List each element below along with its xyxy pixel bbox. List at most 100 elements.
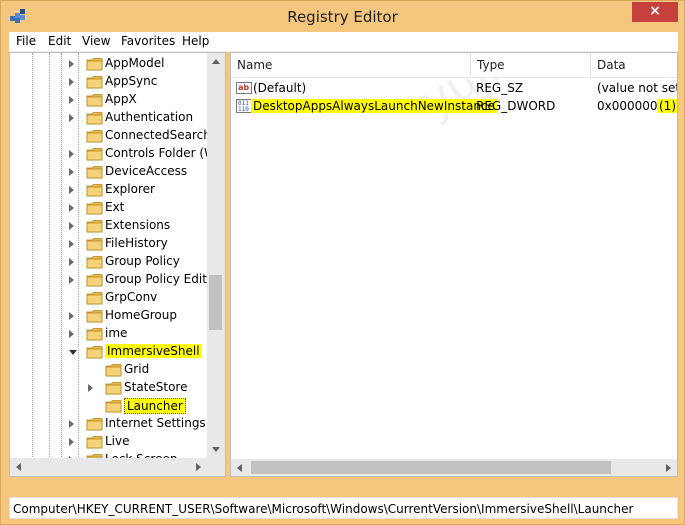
menu-view[interactable]: View bbox=[82, 34, 110, 48]
tree-item[interactable]: Internet Settings bbox=[10, 415, 207, 433]
folder-icon bbox=[86, 76, 103, 89]
expand-arrow-icon[interactable] bbox=[69, 258, 74, 266]
close-button[interactable]: × bbox=[632, 2, 678, 22]
title-bar[interactable]: Registry Editor × bbox=[1, 1, 684, 32]
expand-arrow-icon[interactable] bbox=[88, 384, 93, 392]
tree-item[interactable]: ime bbox=[10, 325, 207, 343]
expand-arrow-icon[interactable] bbox=[69, 186, 74, 194]
scroll-up-arrow-icon[interactable] bbox=[212, 59, 220, 64]
tree-item[interactable]: Launcher bbox=[10, 397, 207, 415]
expand-arrow-icon[interactable] bbox=[69, 222, 74, 230]
tree-item[interactable]: HomeGroup bbox=[10, 307, 207, 325]
key-tree-pane[interactable]: AppModel AppSync AppX Authentication Con… bbox=[9, 52, 226, 477]
expand-arrow-icon[interactable] bbox=[69, 438, 74, 446]
list-horizontal-scrollbar[interactable] bbox=[231, 459, 677, 476]
tree-item-label: ImmersiveShell bbox=[105, 344, 202, 358]
folder-icon bbox=[86, 346, 103, 359]
value-name: DesktopAppsAlwaysLaunchNewInstance bbox=[251, 99, 497, 113]
expand-arrow-icon[interactable] bbox=[69, 276, 74, 284]
tree-vertical-scrollbar[interactable] bbox=[207, 53, 225, 458]
tree-item[interactable]: ImmersiveShell bbox=[10, 343, 207, 361]
folder-icon bbox=[86, 166, 103, 179]
tree-item[interactable]: Lock Screen bbox=[10, 451, 207, 458]
registry-editor-window: Registry Editor × File Edit View Favorit… bbox=[0, 0, 685, 525]
string-value-icon: ab bbox=[236, 82, 252, 94]
header-divider bbox=[231, 77, 677, 78]
tree-item-label: Group Policy Editor bbox=[105, 272, 207, 286]
folder-icon bbox=[86, 256, 103, 269]
tree-item-label: Group Policy bbox=[105, 254, 180, 268]
folder-icon bbox=[105, 400, 122, 413]
tree-item[interactable]: StateStore bbox=[10, 379, 207, 397]
expand-arrow-icon[interactable] bbox=[69, 96, 74, 104]
column-header-data[interactable]: Data bbox=[591, 53, 677, 77]
menu-edit[interactable]: Edit bbox=[48, 34, 71, 48]
expand-arrow-icon[interactable] bbox=[69, 330, 74, 338]
expand-arrow-icon[interactable] bbox=[69, 240, 74, 248]
value-row-selected[interactable]: 011 110 DesktopAppsAlwaysLaunchNewInstan… bbox=[231, 97, 677, 115]
expand-arrow-icon[interactable] bbox=[69, 168, 74, 176]
menu-help[interactable]: Help bbox=[182, 34, 209, 48]
scroll-thumb[interactable] bbox=[209, 275, 222, 330]
scroll-left-arrow-icon[interactable] bbox=[16, 463, 21, 471]
values-list-pane[interactable]: yujiko.com Name Type Data ab (Default) R… bbox=[230, 52, 678, 477]
expand-arrow-icon[interactable] bbox=[69, 60, 74, 68]
folder-icon bbox=[86, 202, 103, 215]
tree-item[interactable]: FileHistory bbox=[10, 235, 207, 253]
tree-item[interactable]: AppX bbox=[10, 91, 207, 109]
tree-item-label: Authentication bbox=[105, 110, 194, 124]
expand-arrow-icon[interactable] bbox=[69, 312, 74, 320]
scroll-down-arrow-icon[interactable] bbox=[212, 447, 220, 452]
folder-icon bbox=[86, 292, 103, 305]
folder-icon bbox=[86, 130, 103, 143]
scroll-left-arrow-icon[interactable] bbox=[237, 464, 242, 472]
collapse-arrow-icon[interactable] bbox=[69, 350, 77, 355]
tree-item[interactable]: GrpConv bbox=[10, 289, 207, 307]
tree-item[interactable]: Group Policy Editor bbox=[10, 271, 207, 289]
folder-icon bbox=[86, 220, 103, 233]
tree-item-label: Live bbox=[105, 434, 130, 448]
column-header-name[interactable]: Name bbox=[231, 53, 471, 77]
tree-horizontal-scrollbar[interactable] bbox=[10, 458, 207, 476]
expand-arrow-icon[interactable] bbox=[69, 204, 74, 212]
tree-item[interactable]: Live bbox=[10, 433, 207, 451]
folder-icon bbox=[86, 328, 103, 341]
scroll-right-arrow-icon[interactable] bbox=[666, 464, 671, 472]
tree-item[interactable]: AppModel bbox=[10, 55, 207, 73]
expand-arrow-icon[interactable] bbox=[69, 420, 74, 428]
menu-favorites[interactable]: Favorites bbox=[121, 34, 175, 48]
tree-item[interactable]: Group Policy bbox=[10, 253, 207, 271]
tree-item-label: AppX bbox=[105, 92, 137, 106]
tree-item[interactable]: Explorer bbox=[10, 181, 207, 199]
scroll-right-arrow-icon[interactable] bbox=[196, 463, 201, 471]
expand-arrow-icon[interactable] bbox=[69, 78, 74, 86]
tree-item[interactable]: Extensions bbox=[10, 217, 207, 235]
tree-item-label: Ext bbox=[105, 200, 125, 214]
tree-item[interactable]: AppSync bbox=[10, 73, 207, 91]
folder-icon bbox=[86, 418, 103, 431]
tree-item[interactable]: Grid bbox=[10, 361, 207, 379]
tree-item[interactable]: Controls Folder (Wo bbox=[10, 145, 207, 163]
folder-icon bbox=[86, 274, 103, 287]
tree-item-label: Explorer bbox=[105, 182, 155, 196]
binary-value-icon: 011 110 bbox=[236, 99, 252, 113]
scroll-thumb[interactable] bbox=[251, 461, 611, 474]
folder-icon bbox=[86, 112, 103, 125]
tree-item-label: Controls Folder (Wo bbox=[105, 146, 207, 160]
tree-item[interactable]: DeviceAccess bbox=[10, 163, 207, 181]
folder-icon bbox=[86, 94, 103, 107]
tree-item[interactable]: Authentication bbox=[10, 109, 207, 127]
expand-arrow-icon[interactable] bbox=[69, 150, 74, 158]
tree-item-label: ConnectedSearch bbox=[105, 128, 207, 142]
menu-file[interactable]: File bbox=[16, 34, 36, 48]
folder-icon bbox=[86, 58, 103, 71]
folder-icon bbox=[86, 184, 103, 197]
tree-item[interactable]: Ext bbox=[10, 199, 207, 217]
expand-arrow-icon[interactable] bbox=[69, 114, 74, 122]
tree-item[interactable]: ConnectedSearch bbox=[10, 127, 207, 145]
value-data: (value not set) bbox=[597, 81, 678, 95]
column-header-type[interactable]: Type bbox=[471, 53, 591, 77]
value-row[interactable]: ab (Default) REG_SZ (value not set) bbox=[231, 79, 678, 97]
folder-icon bbox=[86, 238, 103, 251]
tree-item-label: Launcher bbox=[124, 398, 186, 414]
